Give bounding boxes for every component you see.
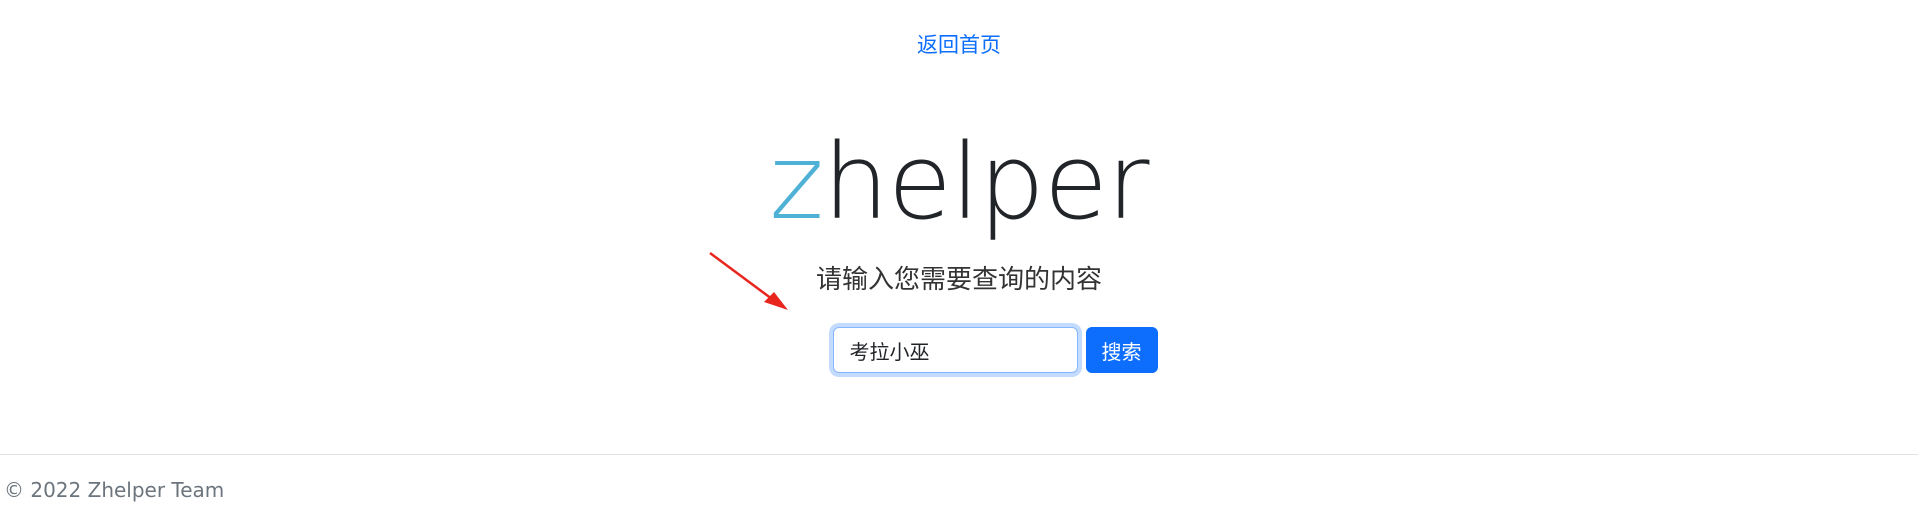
search-button[interactable]: 搜索 bbox=[1085, 327, 1158, 373]
logo-z: z bbox=[769, 121, 824, 243]
search-prompt: 请输入您需要查询的内容 bbox=[815, 265, 1102, 295]
search-form: 搜索 bbox=[0, 327, 1918, 373]
footer-copyright: © 2022 Zhelper Team bbox=[4, 478, 225, 502]
search-input[interactable] bbox=[832, 327, 1078, 373]
back-home-link[interactable]: 返回首页 bbox=[917, 33, 1001, 57]
footer-divider bbox=[0, 454, 1918, 455]
site-logo: zhelper bbox=[0, 122, 1918, 242]
logo-rest: helper bbox=[823, 121, 1150, 243]
back-home-link-container: 返回首页 bbox=[0, 30, 1918, 60]
arrow-icon bbox=[709, 251, 788, 310]
